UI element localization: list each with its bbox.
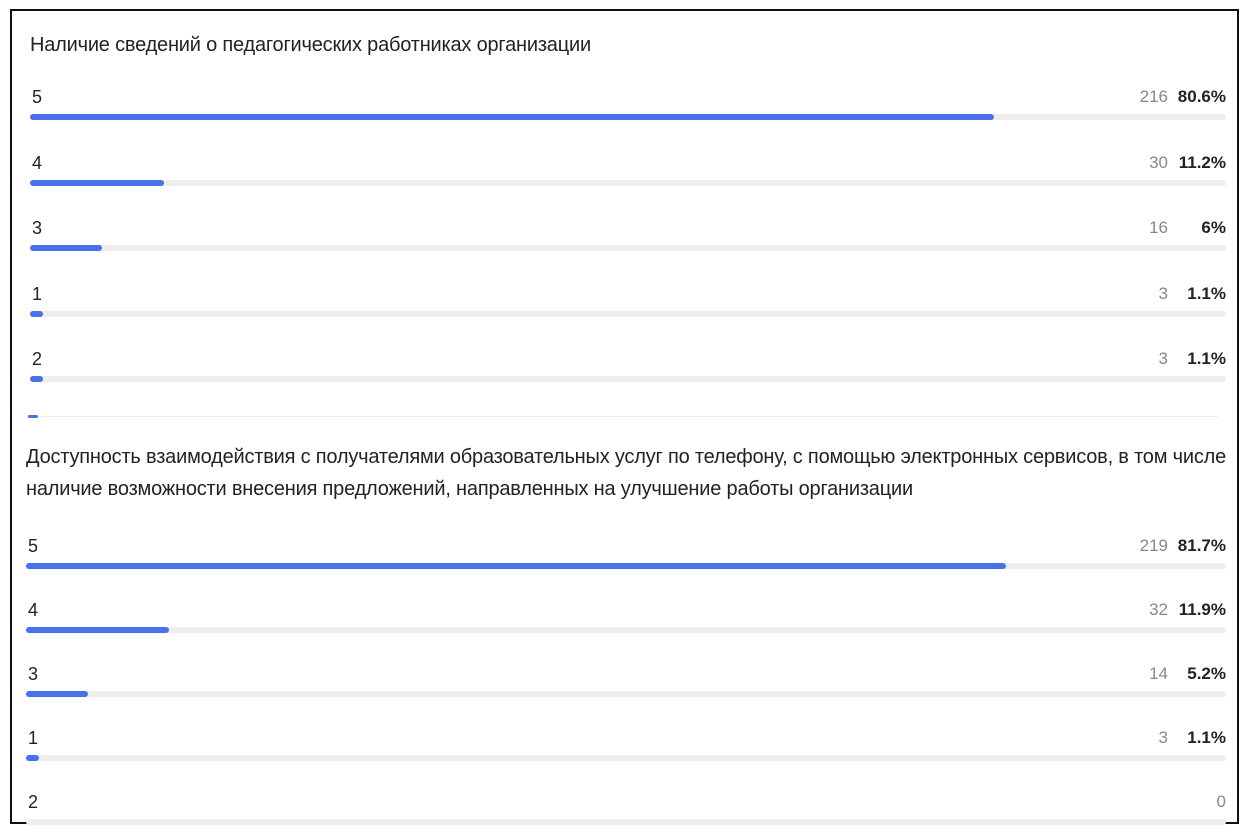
bar-track bbox=[30, 245, 1226, 251]
answer-count: 219 bbox=[1139, 536, 1168, 555]
answer-count: 216 bbox=[1139, 87, 1168, 106]
answer-percent: 1.1% bbox=[1187, 349, 1226, 368]
answer-row-2: 20 bbox=[26, 792, 1226, 832]
answer-count: 3 bbox=[1158, 728, 1168, 747]
answer-row-3: 3 5.2% 14 bbox=[26, 664, 1226, 704]
answer-percent: 5.2% bbox=[1187, 664, 1226, 683]
answer-label: 3 bbox=[28, 664, 39, 684]
question-block-2: Доступность взаимодействия с получателям… bbox=[26, 441, 1227, 825]
bar-fill bbox=[30, 179, 164, 186]
answer-count: 30 bbox=[1149, 152, 1168, 172]
answer-percent: 1.1% bbox=[1187, 283, 1226, 303]
bar-track bbox=[30, 376, 1226, 382]
question-title: Доступность взаимодействия с получателям… bbox=[26, 446, 1227, 500]
answer-row-4: 4 11.2% 30 bbox=[30, 153, 1226, 193]
bar-fill bbox=[30, 114, 994, 120]
answer-percent: 6% bbox=[1201, 218, 1226, 237]
answer-count: 3 bbox=[1158, 349, 1168, 368]
bar-track bbox=[26, 691, 1226, 697]
answer-row-3: 3 6% 16 bbox=[30, 218, 1226, 258]
answer-label: 2 bbox=[32, 349, 43, 369]
bar-fill bbox=[26, 691, 89, 697]
bar-fill bbox=[26, 563, 1007, 569]
answer-count: 0 bbox=[1216, 792, 1226, 811]
bar-track bbox=[26, 819, 1226, 825]
bar-fill bbox=[26, 627, 169, 633]
bar-fill bbox=[30, 376, 44, 382]
answer-percent: 11.2% bbox=[1178, 152, 1226, 172]
bar-fill bbox=[26, 755, 40, 761]
answer-row-5: 5 81.7% 219 bbox=[26, 536, 1226, 576]
answer-row-4: 4 11.9% 32 bbox=[26, 600, 1226, 640]
answer-percent: 11.9% bbox=[1178, 600, 1226, 619]
divider-marker bbox=[28, 415, 38, 418]
section-divider bbox=[26, 416, 1218, 417]
answer-row-5: 5 80.6% 216 bbox=[30, 87, 1226, 127]
bar-track bbox=[30, 179, 1226, 186]
answer-count: 16 bbox=[1149, 218, 1168, 237]
answer-label: 1 bbox=[32, 283, 43, 304]
answer-count: 3 bbox=[1158, 283, 1168, 303]
answer-percent: 80.6% bbox=[1177, 87, 1226, 106]
survey-results-panel: Наличие сведений о педагогических работн… bbox=[10, 9, 1239, 825]
answer-count: 32 bbox=[1149, 600, 1168, 619]
answer-label: 4 bbox=[32, 152, 43, 173]
answer-percent: 1.1% bbox=[1187, 728, 1226, 747]
answer-label: 2 bbox=[28, 792, 39, 812]
bar-track bbox=[26, 563, 1226, 569]
answer-label: 5 bbox=[32, 87, 43, 107]
question-title: Наличие сведений о педагогических работн… bbox=[30, 34, 591, 56]
bar-track bbox=[26, 627, 1226, 633]
answer-count: 14 bbox=[1149, 664, 1168, 683]
answer-percent: 81.7% bbox=[1177, 536, 1226, 555]
bar-track bbox=[26, 755, 1226, 761]
answer-row-1: 1 1.1% 3 bbox=[26, 728, 1226, 768]
bar-fill bbox=[30, 310, 44, 317]
answer-label: 3 bbox=[32, 218, 43, 238]
bar-track bbox=[30, 310, 1226, 317]
answer-label: 1 bbox=[28, 728, 39, 748]
bar-fill bbox=[30, 245, 102, 251]
answer-row-1: 1 1.1% 3 bbox=[30, 284, 1226, 324]
answer-label: 5 bbox=[28, 536, 39, 556]
answer-row-2: 2 1.1% 3 bbox=[30, 349, 1226, 389]
bar-track bbox=[30, 114, 1226, 120]
question-block-1: Наличие сведений о педагогических работн… bbox=[30, 29, 1226, 382]
answer-label: 4 bbox=[28, 600, 39, 620]
